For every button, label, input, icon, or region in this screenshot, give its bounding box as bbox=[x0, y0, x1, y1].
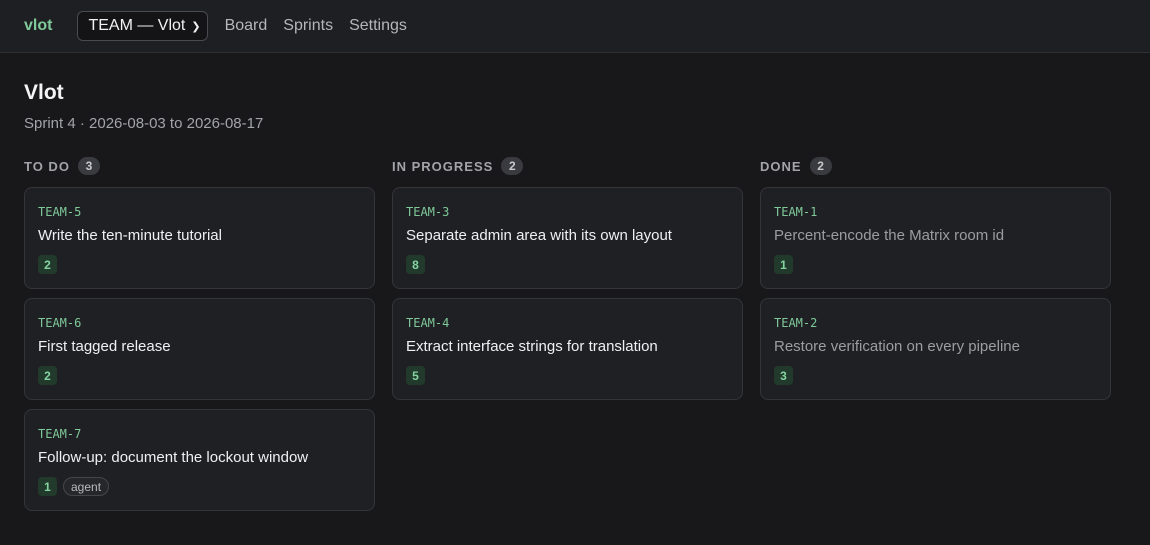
label-tag: agent bbox=[63, 477, 110, 496]
issue-meta: 3 bbox=[774, 366, 1097, 385]
nav-board[interactable]: Board bbox=[225, 17, 268, 35]
issue-title: Percent-encode the Matrix room id bbox=[774, 227, 1005, 244]
column-header: DONE 2 bbox=[760, 157, 1111, 175]
issue-title: Restore verification on every pipeline bbox=[774, 338, 1020, 355]
issue-meta: 5 bbox=[406, 366, 729, 385]
issue-key: TEAM-1 bbox=[774, 205, 818, 219]
issue-meta: 8 bbox=[406, 255, 729, 274]
issue-key: TEAM-3 bbox=[406, 205, 450, 219]
nav-sprints[interactable]: Sprints bbox=[283, 17, 333, 35]
story-points-badge: 5 bbox=[406, 366, 425, 385]
chevron-down-icon: ❯ bbox=[191, 20, 201, 33]
issue-card[interactable]: TEAM-5 Write the ten-minute tutorial 2 bbox=[24, 187, 375, 289]
issue-card[interactable]: TEAM-7 Follow-up: document the lockout w… bbox=[24, 409, 375, 511]
issue-card[interactable]: TEAM-4 Extract interface strings for tra… bbox=[392, 298, 743, 400]
story-points-badge: 2 bbox=[38, 255, 57, 274]
issue-meta: 2 bbox=[38, 366, 361, 385]
column-in-progress: IN PROGRESS 2 TEAM-3 Separate admin area… bbox=[392, 157, 743, 520]
column-done: DONE 2 TEAM-1 Percent-encode the Matrix … bbox=[760, 157, 1111, 520]
issue-title: Separate admin area with its own layout bbox=[406, 227, 672, 244]
story-points-badge: 1 bbox=[38, 477, 57, 496]
issue-title: First tagged release bbox=[38, 338, 171, 355]
issue-meta: 2 bbox=[38, 255, 361, 274]
story-points-badge: 2 bbox=[38, 366, 57, 385]
brand-logo[interactable]: vlot bbox=[24, 17, 52, 35]
issue-meta: 1 bbox=[774, 255, 1097, 274]
column-header: TO DO 3 bbox=[24, 157, 375, 175]
issue-card[interactable]: TEAM-6 First tagged release 2 bbox=[24, 298, 375, 400]
board-main: Vlot Sprint 4 · 2026-08-03 to 2026-08-17… bbox=[0, 53, 1150, 520]
team-select-value: TEAM — Vlot bbox=[88, 17, 186, 34]
issue-card[interactable]: TEAM-2 Restore verification on every pip… bbox=[760, 298, 1111, 400]
column-count-badge: 2 bbox=[809, 157, 832, 175]
page-title: Vlot bbox=[24, 81, 64, 104]
issue-key: TEAM-5 bbox=[38, 205, 82, 219]
issue-key: TEAM-4 bbox=[406, 316, 450, 330]
issue-title: Follow-up: document the lockout window bbox=[38, 449, 309, 466]
column-count-badge: 3 bbox=[77, 157, 100, 175]
column-count-badge: 2 bbox=[501, 157, 524, 175]
column-title: TO DO bbox=[24, 158, 70, 174]
issue-card[interactable]: TEAM-3 Separate admin area with its own … bbox=[392, 187, 743, 289]
issue-key: TEAM-2 bbox=[774, 316, 818, 330]
column-title: DONE bbox=[760, 158, 802, 174]
top-bar: vlot TEAM — Vlot ❯ Board Sprints Setting… bbox=[0, 0, 1150, 53]
issue-title: Write the ten-minute tutorial bbox=[38, 227, 222, 244]
column-todo: TO DO 3 TEAM-5 Write the ten-minute tuto… bbox=[24, 157, 375, 520]
team-select[interactable]: TEAM — Vlot ❯ bbox=[77, 11, 208, 41]
sprint-info: Sprint 4 · 2026-08-03 to 2026-08-17 bbox=[24, 115, 264, 132]
issue-meta: 1 agent bbox=[38, 477, 361, 496]
nav-settings[interactable]: Settings bbox=[349, 17, 407, 35]
story-points-badge: 1 bbox=[774, 255, 793, 274]
issue-key: TEAM-6 bbox=[38, 316, 82, 330]
board-columns: TO DO 3 TEAM-5 Write the ten-minute tuto… bbox=[24, 157, 1126, 520]
issue-card[interactable]: TEAM-1 Percent-encode the Matrix room id… bbox=[760, 187, 1111, 289]
issue-title: Extract interface strings for translatio… bbox=[406, 338, 658, 355]
story-points-badge: 3 bbox=[774, 366, 793, 385]
issue-key: TEAM-7 bbox=[38, 427, 82, 441]
column-header: IN PROGRESS 2 bbox=[392, 157, 743, 175]
column-title: IN PROGRESS bbox=[392, 158, 494, 174]
story-points-badge: 8 bbox=[406, 255, 425, 274]
